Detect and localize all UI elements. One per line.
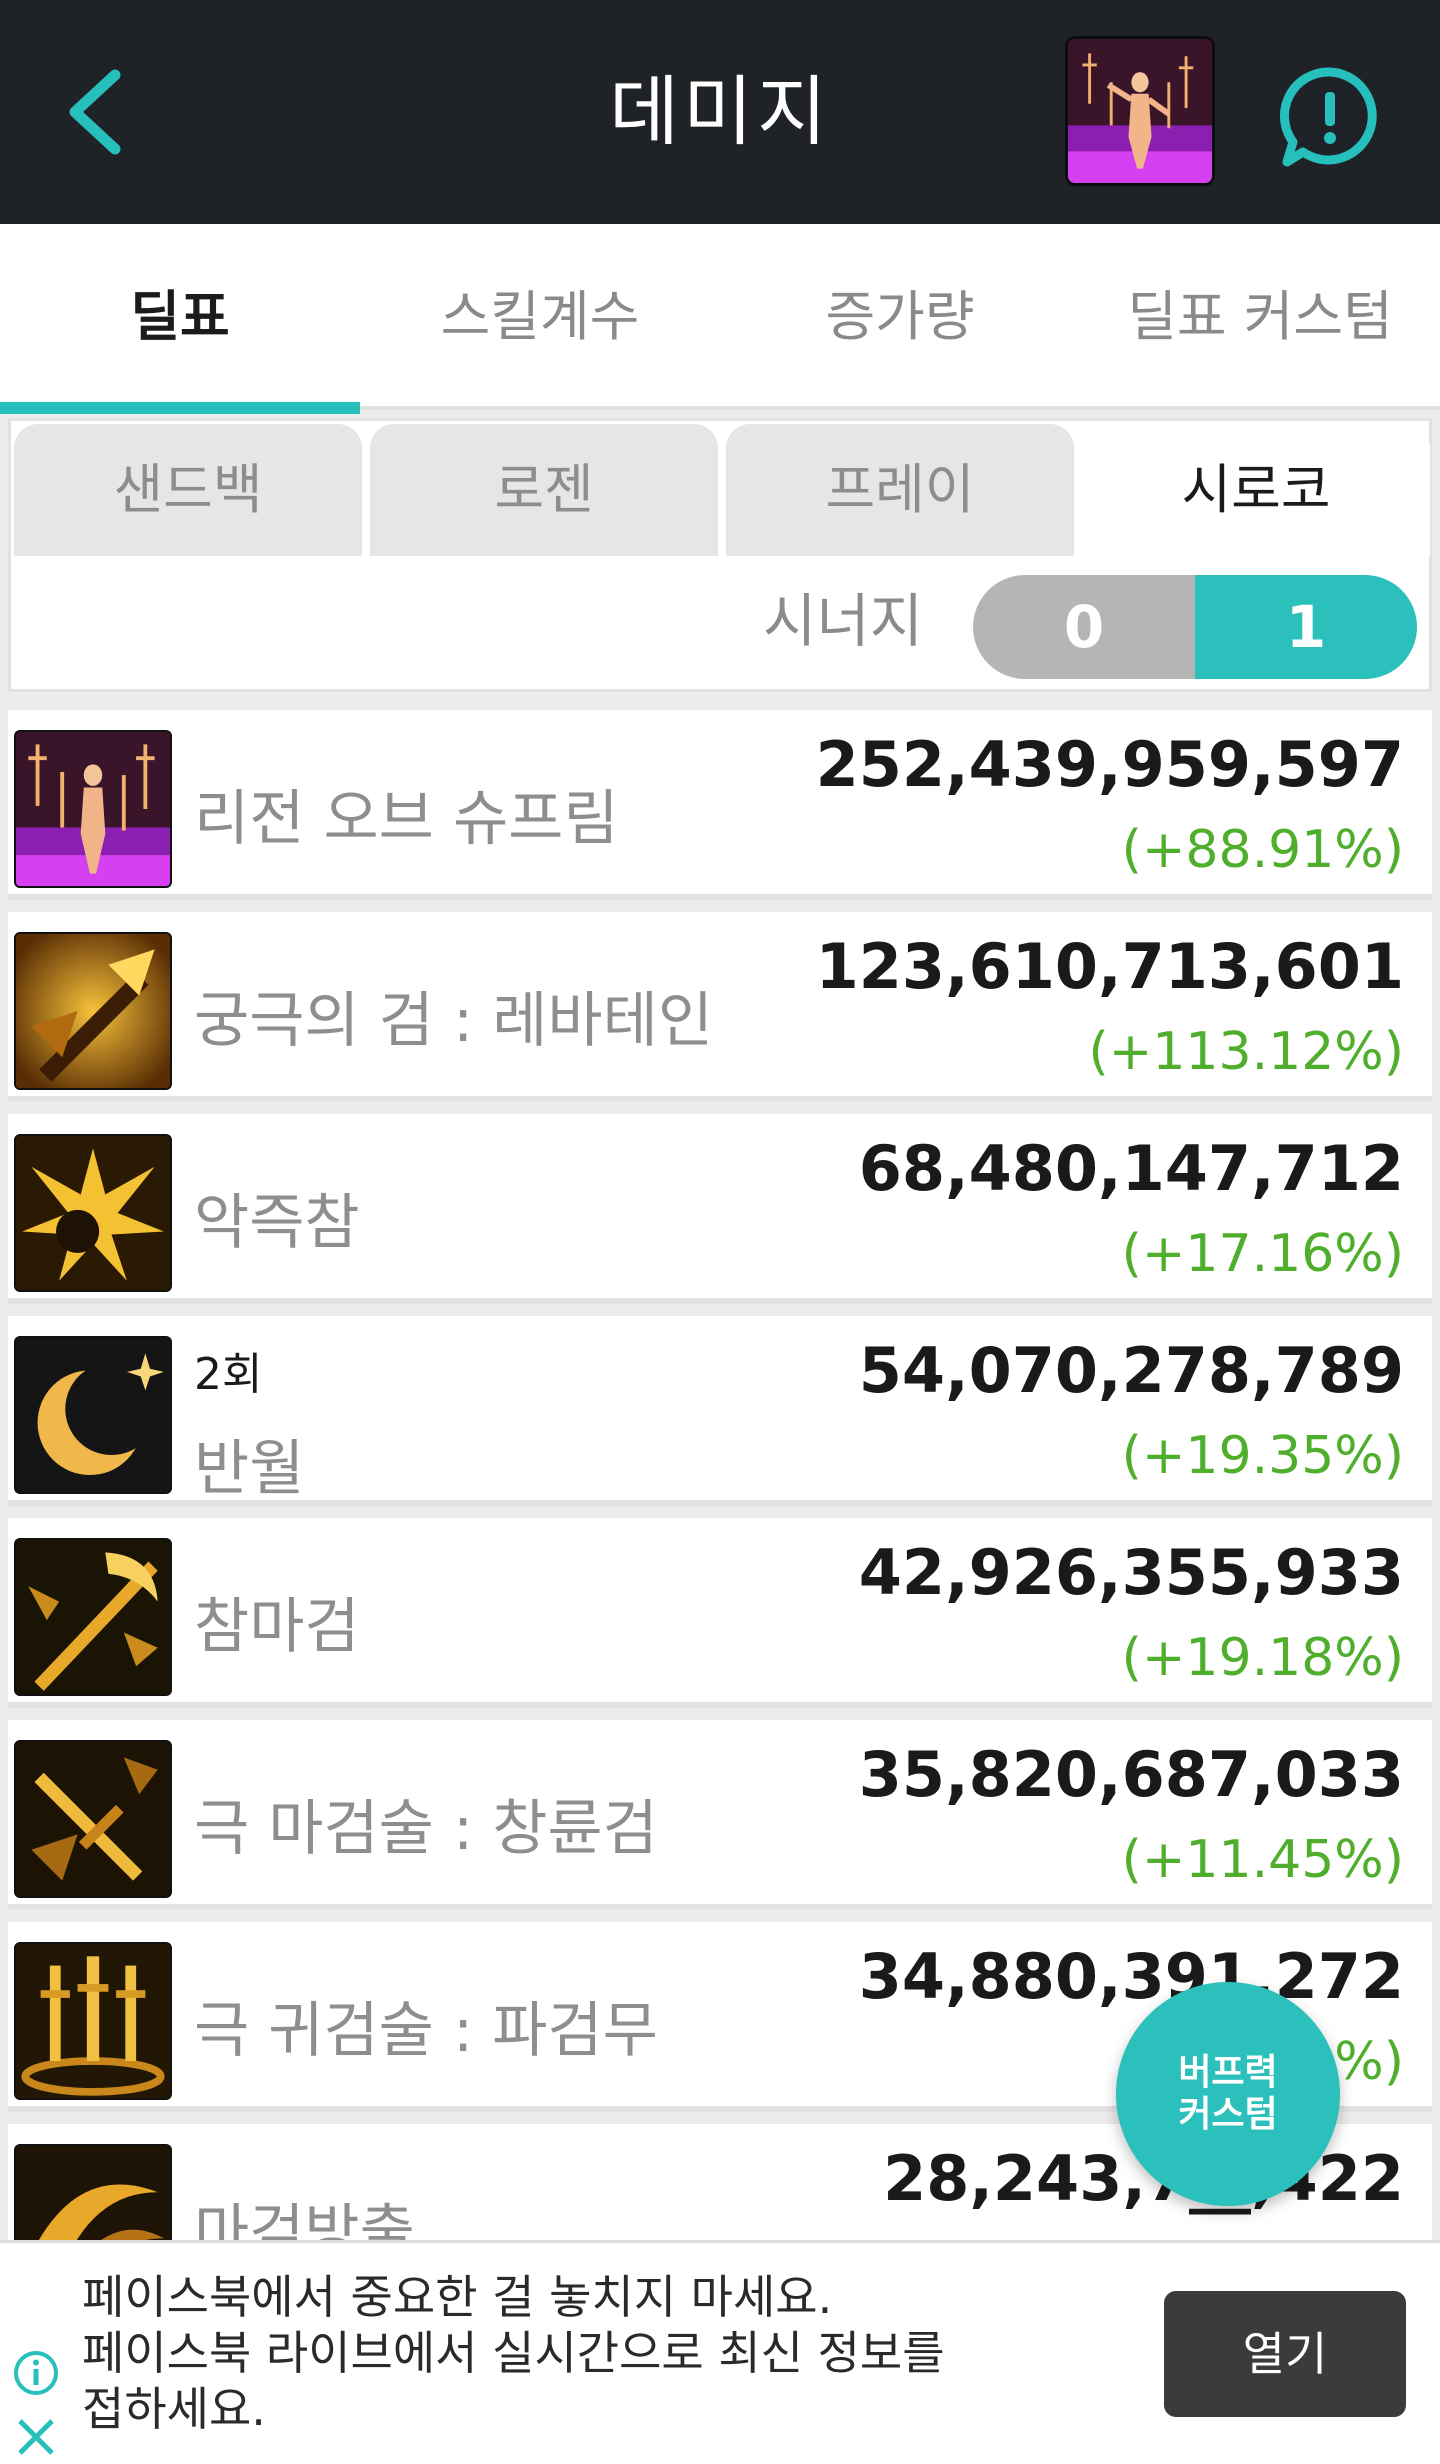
skill-name: 리전 오브 슈프림 [194,784,619,854]
burst-slash-icon [14,1134,172,1292]
tab-custom-damage-table[interactable]: 딜표 커스텀 [1080,224,1440,410]
ad-open-button[interactable]: 열기 [1164,2291,1406,2417]
sword-art-icon [14,1740,172,1898]
skill-name: 반월 [194,1434,305,1504]
skill-name: 악즉참 [194,1188,360,1258]
supreme-legion-icon [14,730,172,888]
boss-tab-sandbag[interactable]: 샌드백 [14,424,362,556]
sword-release-icon [14,2144,172,2240]
exclamation-bubble-icon [1279,67,1377,167]
synergy-label: 시너지 [763,587,924,655]
list-item[interactable]: 궁극의 검 : 레바테인 123,610,713,601 (+113.12%) [8,912,1432,1102]
increase-percent: (+113.12%) [1088,1022,1404,1082]
report-button[interactable] [1275,62,1385,172]
buff-custom-button[interactable]: 버프력 커스텀 [1116,1982,1340,2206]
fab-label-line2: 커스텀 [1178,2094,1278,2135]
list-item[interactable]: 참마검 42,926,355,933 (+19.18%) [8,1518,1432,1708]
skill-name: 참마검 [194,1592,360,1662]
boss-tab-rosen[interactable]: 로젠 [370,424,718,556]
increase-percent: (+19.35%) [1121,1426,1404,1486]
damage-value: 42,926,355,933 [858,1536,1404,1609]
tab-damage-table[interactable]: 딜표 [0,224,360,414]
damage-value: 54,070,278,789 [858,1334,1404,1407]
synergy-option-1[interactable]: 1 [1195,575,1417,679]
list-item[interactable]: 리전 오브 슈프림 252,439,959,597 (+88.91%) [8,710,1432,900]
list-item[interactable]: 2회 반월 54,070,278,789 (+19.35%) [8,1316,1432,1506]
ad-line: 접하세요. [82,2382,266,2436]
tab-increase[interactable]: 증가량 [720,224,1080,410]
increase-percent: (+88.91%) [1121,820,1404,880]
synergy-toggle[interactable]: 0 1 [973,575,1417,679]
skill-name: 마검방출 [194,2198,415,2240]
boss-tab-siroco[interactable]: 시로코 [1082,424,1430,556]
ad-text: 페이스북에서 중요한 걸 놓치지 마세요. 페이스북 라이브에서 실시간으로 최… [82,2269,945,2437]
damage-value: 252,439,959,597 [815,728,1404,801]
increase-percent: (+17.16%) [1121,1224,1404,1284]
ad-line: 페이스북에서 중요한 걸 놓치지 마세요. [82,2270,833,2324]
list-item[interactable]: 악즉참 68,480,147,712 (+17.16%) [8,1114,1432,1304]
character-avatar[interactable] [1065,36,1215,186]
boss-panel: 샌드백 로젠 프레이 시로코 시너지 0 1 [8,418,1432,692]
close-icon[interactable] [12,2413,60,2461]
synergy-option-0[interactable]: 0 [973,575,1195,679]
increase-percent: (+11.45%) [1121,1830,1404,1890]
ad-line: 페이스북 라이브에서 실시간으로 최신 정보를 [82,2326,945,2380]
demon-slash-icon [14,1538,172,1696]
skill-name: 극 마검술 : 창륜검 [194,1794,658,1864]
sword-dance-icon [14,1942,172,2100]
page-title: 데미지 [609,67,831,156]
app-bar: 데미지 [0,0,1440,224]
increase-percent: (+19.18%) [1121,1628,1404,1688]
ad-banner[interactable]: 페이스북에서 중요한 걸 놓치지 마세요. 페이스북 라이브에서 실시간으로 최… [0,2240,1440,2464]
boss-tabs: 샌드백 로젠 프레이 시로코 [14,424,1430,556]
info-icon[interactable] [12,2349,60,2397]
levatein-sword-icon [14,932,172,1090]
damage-value: 68,480,147,712 [858,1132,1404,1205]
damage-value: 35,820,687,033 [858,1738,1404,1811]
hit-count: 2회 [194,1349,263,1400]
fab-label-line1: 버프력 [1178,2052,1278,2093]
damage-value: 34,880,391,272 [858,1940,1404,2013]
boss-tab-prey[interactable]: 프레이 [726,424,1074,556]
skill-name: 궁극의 검 : 레바테인 [194,986,714,1056]
list-item[interactable]: 극 마검술 : 창륜검 35,820,687,033 (+11.45%) [8,1720,1432,1910]
damage-value: 123,610,713,601 [815,930,1404,1003]
skill-name: 극 귀검술 : 파검무 [194,1996,658,2066]
crescent-moon-icon [14,1336,172,1494]
main-tabs: 딜표 스킬계수 증가량 딜표 커스텀 [0,224,1440,414]
tab-skill-coefficient[interactable]: 스킬계수 [360,224,720,410]
